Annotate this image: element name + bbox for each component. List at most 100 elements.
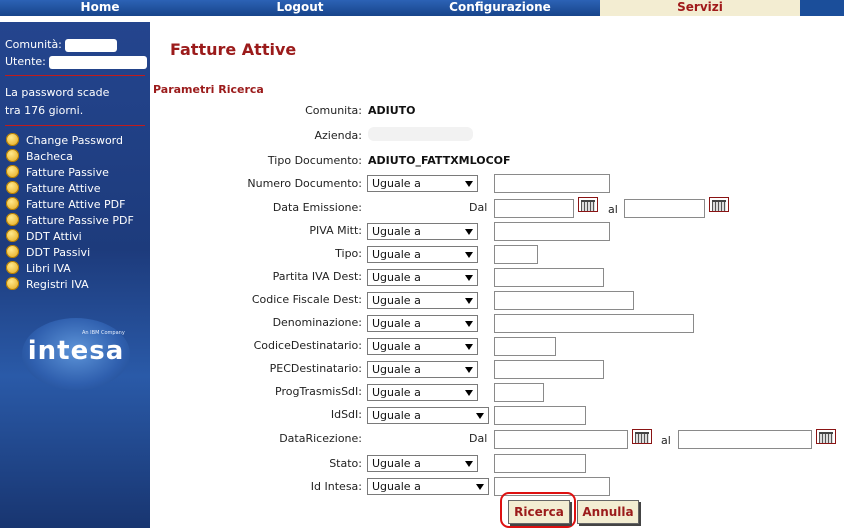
denominazione-operator-select[interactable]: Uguale a [367,315,478,332]
codice-destinatario-label: CodiceDestinatario: [253,339,362,352]
calendar-icon[interactable] [578,197,598,212]
codice-destinatario-input[interactable] [494,337,556,356]
prog-trasmis-sdi-operator-select[interactable]: Uguale a [367,384,478,401]
annulla-button[interactable]: Annulla [577,500,639,524]
nav-tab-servizi[interactable]: Servizi [600,0,800,16]
data-ricezione-from-input[interactable] [494,430,628,449]
menu-bullet-icon [6,213,19,226]
sidebar-item-libri-iva[interactable]: Libri IVA [6,261,71,277]
tipo-documento-value: ADIUTO_FATTXMLOCOF [368,154,511,167]
data-emissione-to-input[interactable] [624,199,705,218]
piva-mitt-input[interactable] [494,222,610,241]
id-intesa-operator-select[interactable]: Uguale a [367,478,489,495]
data-ricezione-al-label: al [661,434,671,447]
calendar-icon[interactable] [632,429,652,444]
numero-documento-operator-select[interactable]: Uguale a [367,175,478,192]
idsdi-operator-select[interactable]: Uguale a [367,407,489,424]
data-emissione-dal-label: Dal [469,201,488,214]
numero-documento-input[interactable] [494,174,610,193]
community-label: Comunità: [5,38,62,51]
codice-fiscale-dest-operator-select[interactable]: Uguale a [367,292,478,309]
id-intesa-label: Id Intesa: [310,480,362,493]
prog-trasmis-sdi-input[interactable] [494,383,544,402]
pec-destinatario-input[interactable] [494,360,604,379]
comunita-label: Comunita: [305,104,362,117]
sidebar-item-fatture-passive[interactable]: Fatture Passive [6,165,109,181]
menu-bullet-icon [6,277,19,290]
user-value-redacted [49,55,148,69]
sidebar-item-change-password[interactable]: Change Password [6,133,123,149]
logo-text: intesa [27,336,125,366]
data-emissione-from-input[interactable] [494,199,574,218]
nav-tab-home[interactable]: Home [0,0,200,16]
piva-mitt-label: PIVA Mitt: [309,224,362,237]
chevron-down-icon [476,413,484,419]
data-ricezione-to-input[interactable] [678,430,812,449]
chevron-down-icon [465,390,473,396]
codice-destinatario-operator-select[interactable]: Uguale a [367,338,478,355]
numero-documento-label: Numero Documento: [247,177,362,190]
chevron-down-icon [465,321,473,327]
intesa-logo: An IBM Company intesa [22,318,130,390]
codice-fiscale-dest-label: Codice Fiscale Dest: [251,293,362,306]
calendar-icon[interactable] [709,197,729,212]
pec-destinatario-operator-select[interactable]: Uguale a [367,361,478,378]
codice-fiscale-dest-input[interactable] [494,291,634,310]
denominazione-input[interactable] [494,314,694,333]
chevron-down-icon [465,298,473,304]
comunita-value: ADIUTO [368,104,416,117]
password-expiry-line2: tra 176 giorni. [5,104,84,117]
stato-input[interactable] [494,454,586,473]
sidebar-item-fatture-attive-pdf[interactable]: Fatture Attive PDF [6,197,125,213]
chevron-down-icon [465,367,473,373]
sidebar-item-fatture-attive[interactable]: Fatture Attive [6,181,101,197]
sidebar-item-fatture-passive-pdf[interactable]: Fatture Passive PDF [6,213,134,229]
chevron-down-icon [465,275,473,281]
sidebar-divider [5,75,145,76]
partita-iva-dest-input[interactable] [494,268,604,287]
sidebar-item-ddt-passivi[interactable]: DDT Passivi [6,245,90,261]
stato-label: Stato: [329,457,362,470]
nav-tab-logout[interactable]: Logout [200,0,400,16]
data-emissione-label: Data Emissione: [272,201,362,214]
denominazione-label: Denominazione: [272,316,362,329]
data-ricezione-dal-label: Dal [469,432,488,445]
chevron-down-icon [476,484,484,490]
chevron-down-icon [465,461,473,467]
chevron-down-icon [465,181,473,187]
menu-bullet-icon [6,165,19,178]
community-row: Comunità: [5,38,118,52]
menu-bullet-icon [6,181,19,194]
data-emissione-al-label: al [608,203,618,216]
menu-bullet-icon [6,261,19,274]
chevron-down-icon [465,344,473,350]
menu-bullet-icon [6,133,19,146]
partita-iva-dest-operator-select[interactable]: Uguale a [367,269,478,286]
sidebar-item-registri-iva[interactable]: Registri IVA [6,277,89,293]
menu-bullet-icon [6,149,19,162]
azienda-label: Azienda: [314,129,362,142]
community-value-redacted [65,38,118,52]
tipo-input[interactable] [494,245,538,264]
menu-bullet-icon [6,197,19,210]
sidebar-item-bacheca[interactable]: Bacheca [6,149,73,165]
password-expiry-line1: La password scade [5,86,110,99]
azienda-value-redacted [368,127,473,141]
idsdi-input[interactable] [494,406,586,425]
ricerca-button[interactable]: Ricerca [508,500,570,524]
nav-tab-configurazione[interactable]: Configurazione [400,0,600,16]
sidebar-item-ddt-attivi[interactable]: DDT Attivi [6,229,82,245]
calendar-icon[interactable] [816,429,836,444]
tipo-operator-select[interactable]: Uguale a [367,246,478,263]
idsdi-label: IdSdI: [330,408,362,421]
piva-mitt-operator-select[interactable]: Uguale a [367,223,478,240]
page-title: Fatture Attive [170,40,297,59]
section-title: Parametri Ricerca [153,83,264,96]
top-navigation: Home Logout Configurazione Servizi [0,0,844,16]
pec-destinatario-label: PECDestinatario: [269,362,362,375]
stato-operator-select[interactable]: Uguale a [367,455,478,472]
sidebar: Comunità: Utente: La password scade tra … [0,22,150,528]
sidebar-divider [5,125,145,126]
prog-trasmis-sdi-label: ProgTrasmisSdI: [275,385,362,398]
user-row: Utente: [5,55,148,69]
